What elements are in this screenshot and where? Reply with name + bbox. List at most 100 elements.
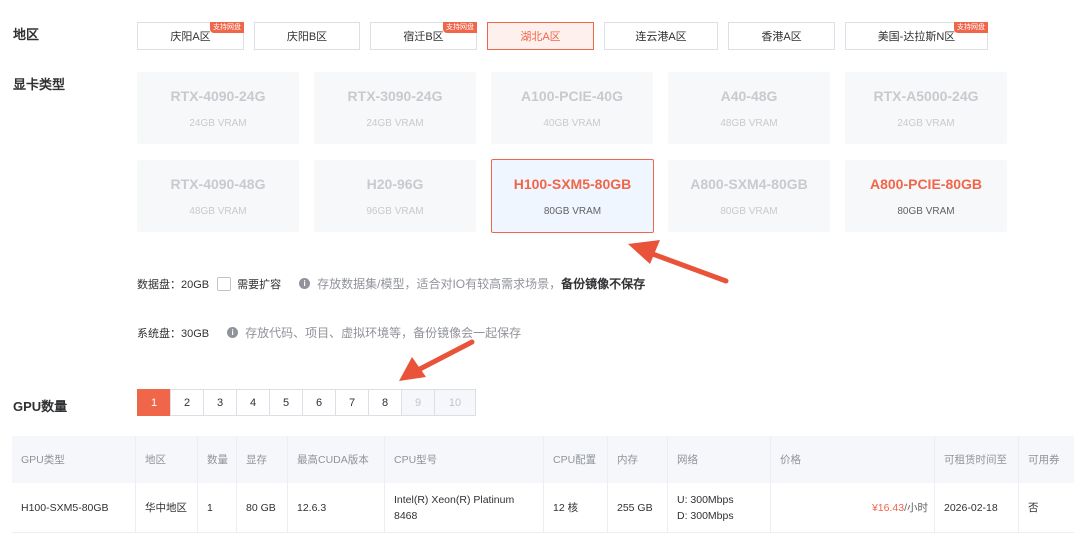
gpu-count-option-8[interactable]: 8 — [368, 389, 402, 416]
table-row[interactable]: H100-SXM5-80GB 华中地区 1 80 GB 12.6.3 Intel… — [12, 483, 1074, 533]
gpu-card-name: A40-48G — [720, 87, 778, 104]
region-qingyang-a[interactable]: 庆阳A区 支持网盘 — [137, 22, 244, 50]
gpu-card-rtx4090-48g[interactable]: RTX-4090-48G 48GB VRAM — [137, 160, 299, 232]
col-vram: 显存 — [236, 436, 287, 483]
region-item-label: 庆阳A区 — [170, 31, 211, 43]
price-value: ¥16.43 — [871, 501, 905, 514]
cell-region: 华中地区 — [135, 483, 197, 532]
gpu-type-label: 显卡类型 — [13, 77, 66, 92]
gpu-count-label: GPU数量 — [13, 399, 68, 414]
region-qingyang-b[interactable]: 庆阳B区 — [254, 22, 360, 50]
gpu-card-vram: 80GB VRAM — [897, 205, 955, 217]
region-item-label: 美国-达拉斯N区 — [877, 31, 956, 43]
gpu-card-name: RTX-4090-48G — [170, 175, 266, 192]
region-item-label: 香港A区 — [761, 31, 802, 43]
price-unit: /小时 — [904, 501, 928, 514]
gpu-card-name: H100-SXM5-80GB — [513, 175, 632, 192]
gpu-card-name: A800-PCIE-80GB — [869, 175, 983, 192]
col-gpu-type: GPU类型 — [21, 454, 65, 466]
netdisk-badge: 支持网盘 — [954, 22, 988, 33]
region-dallas-n[interactable]: 美国-达拉斯N区 支持网盘 — [845, 22, 988, 50]
data-disk-hint: 存放数据集/模型，适合对IO有较高需求场景， — [317, 277, 562, 291]
col-cpu-config: CPU配置 — [543, 436, 607, 483]
expand-label[interactable]: 需要扩容 — [237, 276, 281, 292]
gpu-card-a800-pcie-80gb[interactable]: A800-PCIE-80GB 80GB VRAM — [845, 160, 1007, 232]
gpu-card-a40-48g[interactable]: A40-48G 48GB VRAM — [668, 72, 830, 144]
cell-coupon: 否 — [1018, 483, 1074, 532]
gpu-card-rtx3090-24g[interactable]: RTX-3090-24G 24GB VRAM — [314, 72, 476, 144]
info-icon: i — [227, 327, 239, 338]
gpu-card-vram: 24GB VRAM — [897, 117, 955, 129]
gpu-count-option-1[interactable]: 1 — [137, 389, 171, 416]
gpu-card-vram: 24GB VRAM — [189, 117, 247, 129]
gpu-count-selector: 1 2 3 4 5 6 7 8 9 10 — [137, 389, 476, 416]
gpu-count-option-9: 9 — [401, 389, 435, 416]
gpu-card-rtx4090-24g[interactable]: RTX-4090-24G 24GB VRAM — [137, 72, 299, 144]
cell-price: ¥16.43 /小时 — [770, 483, 934, 532]
gpu-card-vram: 80GB VRAM — [720, 205, 778, 217]
region-item-label: 庆阳B区 — [286, 31, 328, 43]
region-item-label: 宿迁B区 — [403, 31, 444, 43]
cell-rent-until: 2026-02-18 — [934, 483, 1018, 532]
network-up: U: 300Mbps — [677, 493, 734, 506]
annotation-arrow-gpu-count — [399, 339, 475, 381]
region-item-label: 连云港A区 — [635, 31, 687, 43]
netdisk-badge: 支持网盘 — [443, 22, 477, 33]
col-rent-until: 可租赁时间至 — [934, 436, 1018, 483]
data-disk-label: 数据盘：20GB — [137, 278, 210, 291]
gpu-card-vram: 40GB VRAM — [543, 117, 601, 129]
data-disk-row: 数据盘：20GB 需要扩容 i 存放数据集/模型，适合对IO有较高需求场景， 备… — [137, 275, 645, 292]
info-icon: i — [299, 278, 311, 289]
cell-count: 1 — [197, 483, 236, 532]
region-lianyungang-a[interactable]: 连云港A区 — [604, 22, 718, 50]
expand-checkbox[interactable] — [217, 276, 232, 291]
gpu-card-vram: 96GB VRAM — [366, 205, 424, 217]
cell-gpu-type: H100-SXM5-80GB — [21, 501, 109, 514]
system-disk-label: 系统盘：30GB — [137, 327, 210, 340]
gpu-card-name: RTX-A5000-24G — [873, 87, 979, 104]
gpu-card-a100-pcie-40g[interactable]: A100-PCIE-40G 40GB VRAM — [491, 72, 653, 144]
gpu-card-vram: 48GB VRAM — [720, 117, 778, 129]
gpu-card-h20-96g[interactable]: H20-96G 96GB VRAM — [314, 160, 476, 232]
netdisk-badge: 支持网盘 — [210, 22, 244, 33]
cell-memory: 255 GB — [607, 483, 667, 532]
gpu-count-option-7[interactable]: 7 — [335, 389, 369, 416]
gpu-count-option-5[interactable]: 5 — [269, 389, 303, 416]
col-cuda: 最高CUDA版本 — [287, 436, 384, 483]
gpu-card-name: H20-96G — [366, 175, 424, 192]
region-suqian-b[interactable]: 宿迁B区 支持网盘 — [370, 22, 477, 50]
gpu-count-option-6[interactable]: 6 — [302, 389, 336, 416]
gpu-count-option-3[interactable]: 3 — [203, 389, 237, 416]
region-item-label: 湖北A区 — [520, 31, 561, 43]
gpu-card-h100-sxm5-80gb[interactable]: H100-SXM5-80GB 80GB VRAM — [491, 159, 654, 233]
gpu-count-option-2[interactable]: 2 — [170, 389, 204, 416]
col-cpu-model: CPU型号 — [384, 436, 543, 483]
cell-cpu-model: Intel(R) Xeon(R) Platinum 8468 — [384, 483, 543, 532]
col-memory: 内存 — [607, 436, 667, 483]
gpu-count-option-4[interactable]: 4 — [236, 389, 270, 416]
region-hubei-a[interactable]: 湖北A区 — [487, 22, 594, 50]
cpu-model-text: Intel(R) Xeon(R) Platinum 8468 — [394, 493, 515, 522]
system-disk-row: 系统盘：30GB i 存放代码、项目、虚拟环境等，备份镜像会一起保存 — [137, 324, 521, 341]
gpu-count-option-10: 10 — [434, 389, 476, 416]
network-down: D: 300Mbps — [677, 509, 734, 522]
gpu-card-vram: 80GB VRAM — [543, 205, 602, 217]
cell-network: U: 300Mbps D: 300Mbps — [667, 483, 770, 532]
gpu-card-rtx-a5000-24g[interactable]: RTX-A5000-24G 24GB VRAM — [845, 72, 1007, 144]
region-label: 地区 — [13, 27, 40, 42]
region-hongkong-a[interactable]: 香港A区 — [728, 22, 835, 50]
col-count: 数量 — [197, 436, 236, 483]
gpu-card-a800-sxm4-80gb[interactable]: A800-SXM4-80GB 80GB VRAM — [668, 160, 830, 232]
col-coupon: 可用券 — [1018, 436, 1074, 483]
cell-cuda: 12.6.3 — [287, 483, 384, 532]
col-network: 网络 — [667, 436, 770, 483]
col-price: 价格 — [770, 436, 934, 483]
gpu-card-name: A100-PCIE-40G — [521, 87, 623, 104]
cell-vram: 80 GB — [236, 483, 287, 532]
gpu-card-name: RTX-4090-24G — [170, 87, 266, 104]
data-disk-hint-strong: 备份镜像不保存 — [561, 277, 646, 291]
cell-cpu-config: 12 核 — [543, 483, 607, 532]
gpu-card-name: A800-SXM4-80GB — [690, 175, 808, 192]
gpu-card-name: RTX-3090-24G — [347, 87, 443, 104]
table-header: GPU类型 地区 数量 显存 最高CUDA版本 CPU型号 CPU配置 内存 网… — [12, 436, 1074, 483]
